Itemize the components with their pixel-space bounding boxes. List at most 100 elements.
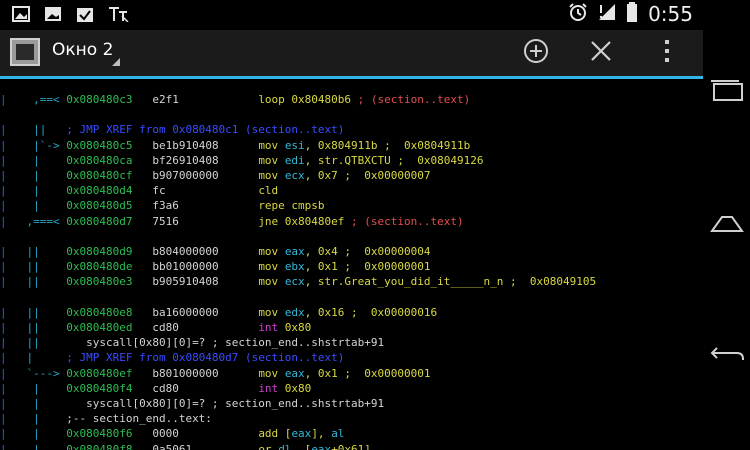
instruction: mov esi, 0x804911b ; 0x0804911b bbox=[258, 139, 470, 152]
disasm-line: | | ; JMP XREF from 0x080480d7 (section.… bbox=[0, 350, 344, 365]
disasm-line: | |`-> 0x080480c5 be1b910408 mov esi, 0x… bbox=[0, 138, 470, 153]
instruction-token: +0x61] bbox=[331, 442, 371, 450]
register-token: ebx bbox=[284, 260, 305, 274]
instruction-token: cld bbox=[258, 184, 279, 198]
flow-arrow: | bbox=[6, 351, 67, 365]
action-bar: Окно 2 bbox=[0, 30, 703, 79]
gutter-bar: | bbox=[0, 321, 7, 334]
address: 0x080480f4 bbox=[66, 381, 133, 395]
overflow-menu-button[interactable] bbox=[650, 36, 684, 70]
home-button[interactable] bbox=[709, 211, 745, 239]
instruction-token: or bbox=[258, 442, 279, 450]
terminal-output[interactable]: | ,==< 0x080480c3 e2f1 loop 0x80480b6 ; … bbox=[0, 92, 703, 450]
recent-apps-button[interactable] bbox=[709, 78, 745, 106]
address: 0x080480e8 bbox=[66, 305, 133, 319]
instruction-token: mov bbox=[258, 169, 285, 182]
instruction: jne 0x80480ef bbox=[258, 215, 344, 228]
register-token: eax bbox=[291, 427, 312, 441]
instruction: add [eax], al bbox=[258, 427, 344, 440]
close-window-button[interactable] bbox=[584, 36, 618, 70]
instruction-token: , 0x1 ; 0x00000001 bbox=[304, 366, 431, 380]
flow-arrow: | bbox=[6, 199, 67, 213]
instruction-token: mov bbox=[258, 305, 285, 319]
gutter-bar bbox=[0, 108, 7, 121]
instruction-token: mov bbox=[258, 366, 285, 380]
hex-bytes: 7516 bbox=[152, 214, 259, 228]
address: 0x080480d5 bbox=[66, 199, 133, 213]
hex-bytes: cd80 bbox=[152, 381, 259, 395]
alarm-icon bbox=[568, 2, 588, 26]
gutter-bar: | bbox=[0, 381, 7, 395]
address: 0x080480d4 bbox=[66, 184, 133, 198]
instruction: mov eax, 0x4 ; 0x00000004 bbox=[258, 245, 430, 258]
instruction-token: add [ bbox=[258, 427, 292, 441]
flow-arrow: || bbox=[6, 275, 67, 289]
notification-icons bbox=[12, 6, 130, 26]
instruction-token: , 0x16 ; 0x00000016 bbox=[304, 305, 438, 319]
hex-bytes: cd80 bbox=[152, 321, 259, 334]
instruction: mov edi, str.QTBXCTU ; 0x08049126 bbox=[258, 154, 483, 167]
xref-comment: ; JMP XREF from 0x080480d7 (section..tex… bbox=[66, 351, 345, 365]
instruction-token: , 0x7 ; 0x00000007 bbox=[304, 169, 431, 182]
disasm-line: | | 0x080480ca bf26910408 mov edi, str.Q… bbox=[0, 153, 484, 168]
disasm-line: | | 0x080480f6 0000 add [eax], al bbox=[0, 426, 344, 441]
flow-arrow: || bbox=[6, 336, 67, 350]
gutter-bar: | bbox=[0, 245, 7, 258]
address: 0x080480ef bbox=[66, 366, 133, 380]
disasm-line: | | ;-- section_end..text: bbox=[0, 411, 212, 426]
xref-comment: ; JMP XREF from 0x080480c1 (section..tex… bbox=[66, 123, 345, 137]
hex-bytes: b907000000 bbox=[152, 169, 259, 182]
disasm-line: | || 0x080480ed cd80 int 0x80 bbox=[0, 320, 311, 335]
register-token: edi bbox=[284, 153, 305, 167]
gutter-bar: | bbox=[0, 412, 7, 426]
gutter-bar: | bbox=[0, 336, 7, 350]
disasm-line: | | 0x080480f4 cd80 int 0x80 bbox=[0, 381, 311, 396]
disasm-line: | | syscall[0x80][0]=? ; section_end..sh… bbox=[0, 396, 384, 411]
gutter-bar: | bbox=[0, 397, 7, 410]
add-icon bbox=[523, 38, 549, 68]
register-token: ecx bbox=[284, 275, 305, 289]
int-token: int bbox=[258, 321, 279, 334]
instruction-token: repe cmpsb bbox=[258, 199, 325, 213]
new-window-button[interactable] bbox=[519, 36, 553, 70]
instruction-token: , 0x1 ; 0x00000001 bbox=[304, 260, 431, 274]
gutter-bar: | bbox=[0, 366, 7, 380]
annotation-text: ;-- section_end..text: bbox=[66, 412, 212, 426]
instruction-token: mov bbox=[258, 275, 285, 289]
hex-bytes: b905910408 bbox=[152, 275, 259, 289]
instruction-token: , [ bbox=[291, 442, 312, 450]
disasm-line: | || 0x080480de bb01000000 mov ebx, 0x1 … bbox=[0, 259, 431, 274]
battery-icon bbox=[626, 2, 638, 26]
flow-arrow: || bbox=[6, 123, 67, 137]
instruction: or dl, [eax+0x61] bbox=[258, 443, 371, 450]
instruction: cld bbox=[258, 184, 278, 197]
window-dropdown-indicator bbox=[112, 58, 120, 66]
hex-bytes: ba16000000 bbox=[152, 305, 259, 319]
flow-arrow: | bbox=[6, 442, 67, 450]
signal-icon bbox=[598, 3, 616, 25]
register-token: eax bbox=[284, 366, 305, 380]
instruction-token: jne 0x80480ef bbox=[258, 214, 345, 228]
address: 0x080480f8 bbox=[66, 442, 133, 450]
window-title[interactable]: Окно 2 bbox=[52, 40, 113, 60]
disasm-line: | | 0x080480f8 0a5061 or dl, [eax+0x61] bbox=[0, 442, 371, 450]
gutter-bar: | bbox=[0, 93, 7, 106]
system-tray: 0:55 bbox=[568, 2, 693, 26]
gutter-bar: | bbox=[0, 153, 7, 167]
back-button[interactable] bbox=[709, 342, 745, 370]
overflow-menu-icon bbox=[663, 38, 671, 68]
annotation-text: syscall[0x80][0]=? ; section_end..shstrt… bbox=[66, 336, 385, 350]
terminal-app-icon[interactable] bbox=[10, 38, 40, 66]
instruction-token: mov bbox=[258, 153, 285, 167]
instruction: mov eax, 0x1 ; 0x00000001 bbox=[258, 367, 430, 380]
register-token: eax bbox=[284, 245, 305, 258]
disasm-line: | | 0x080480d4 fc cld bbox=[0, 183, 278, 198]
instruction-token: 0x80 bbox=[278, 321, 312, 334]
